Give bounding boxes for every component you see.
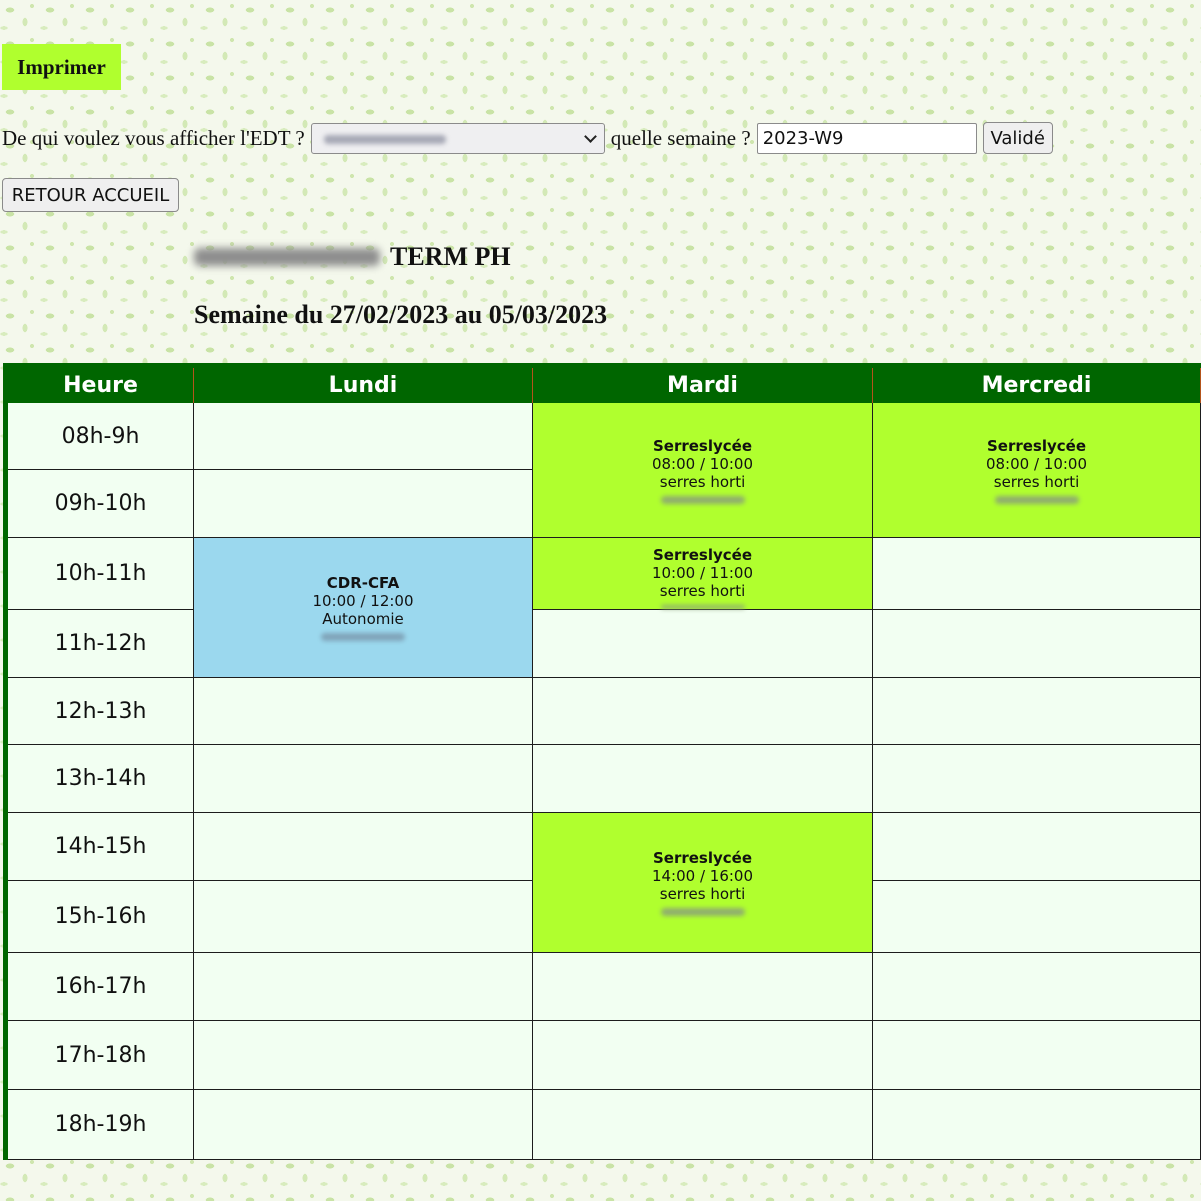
course-block[interactable]: CDR-CFA 10:00 / 12:00 Autonomie	[194, 538, 533, 678]
course-room: serres horti	[993, 472, 1080, 491]
column-header-day: Mardi	[533, 368, 873, 403]
timetable-slot[interactable]	[873, 1090, 1201, 1160]
course-time: 08:00 / 10:00	[651, 454, 754, 473]
course-room: serres horti	[659, 472, 746, 491]
timetable-slot[interactable]	[194, 403, 533, 470]
course-name: CDR-CFA	[326, 574, 400, 592]
person-select-value-blurred	[323, 134, 446, 144]
course-time: 08:00 / 10:00	[985, 454, 1088, 473]
hour-label: 14h-15h	[8, 813, 194, 881]
class-label: TERM PH	[390, 242, 511, 271]
course-teacher-blurred	[660, 908, 745, 916]
timetable-slot[interactable]	[873, 1021, 1201, 1090]
hour-label: 18h-19h	[8, 1090, 194, 1160]
chevron-down-icon	[583, 129, 597, 143]
timetable-slot[interactable]	[873, 813, 1201, 881]
validate-button[interactable]: Validé	[982, 122, 1053, 154]
hour-label: 17h-18h	[8, 1021, 194, 1090]
hour-label: 09h-10h	[8, 470, 194, 538]
timetable-slot[interactable]	[533, 1021, 873, 1090]
timetable-slot[interactable]	[194, 678, 533, 745]
course-name: Serreslycée	[652, 849, 753, 867]
week-input[interactable]: 2023-W9	[756, 122, 977, 154]
course-name: Serreslycée	[652, 546, 753, 564]
timetable-slot[interactable]	[533, 678, 873, 745]
course-time: 10:00 / 12:00	[312, 592, 414, 610]
column-header-day: Mercredi	[873, 368, 1201, 403]
timetable-slot[interactable]	[194, 1090, 533, 1160]
student-name-blurred	[194, 248, 380, 266]
timetable-slot[interactable]	[873, 678, 1201, 745]
who-label: De qui voulez vous afficher l'EDT ?	[2, 125, 305, 150]
hour-label: 10h-11h	[8, 538, 194, 610]
hour-label: 13h-14h	[8, 745, 194, 813]
timetable: Heure Lundi Mardi Mercredi 08h-9h 09h-10h 10h-…	[3, 363, 1201, 1160]
course-time: 14:00 / 16:00	[651, 867, 754, 885]
class-title: TERM PH	[194, 240, 511, 274]
timetable-slot[interactable]	[533, 610, 873, 678]
person-select[interactable]	[310, 122, 605, 154]
timetable-slot[interactable]	[194, 470, 533, 538]
hour-label: 15h-16h	[8, 881, 194, 953]
course-block[interactable]: Serreslycée 08:00 / 10:00 serres horti	[873, 403, 1201, 538]
hour-label: 16h-17h	[8, 953, 194, 1021]
print-button[interactable]: Imprimer	[2, 44, 121, 90]
course-room: serres horti	[659, 582, 746, 600]
hour-label: 08h-9h	[8, 403, 194, 470]
course-room: Autonomie	[322, 610, 404, 628]
week-range-title: Semaine du 27/02/2023 au 05/03/2023	[194, 300, 608, 329]
course-teacher-blurred	[660, 495, 745, 504]
course-time: 10:00 / 11:00	[651, 564, 754, 582]
hour-label: 12h-13h	[8, 678, 194, 745]
week-label: quelle semaine ?	[610, 125, 751, 150]
timetable-slot[interactable]	[533, 745, 873, 813]
course-name: Serreslycée	[652, 436, 753, 455]
course-teacher-blurred	[660, 605, 745, 609]
course-block[interactable]: Serreslycée 08:00 / 10:00 serres horti	[533, 403, 873, 538]
timetable-slot[interactable]	[533, 953, 873, 1021]
column-header-day: Lundi	[194, 368, 533, 403]
timetable-slot[interactable]	[194, 1021, 533, 1090]
course-teacher-blurred	[994, 495, 1079, 504]
back-home-button[interactable]: RETOUR ACCUEIL	[2, 178, 179, 212]
course-block[interactable]: Serreslycée 10:00 / 11:00 serres horti	[533, 538, 873, 610]
timetable-slot[interactable]	[873, 745, 1201, 813]
timetable-slot[interactable]	[873, 881, 1201, 953]
timetable-slot[interactable]	[194, 953, 533, 1021]
course-room: serres horti	[659, 885, 746, 903]
course-teacher-blurred	[321, 633, 405, 641]
timetable-slot[interactable]	[873, 538, 1201, 610]
timetable-slot[interactable]	[194, 881, 533, 953]
column-header-hour: Heure	[8, 368, 194, 403]
edt-selector-row: De qui voulez vous afficher l'EDT ? quel…	[2, 120, 1053, 156]
timetable-slot[interactable]	[194, 745, 533, 813]
hour-label: 11h-12h	[8, 610, 194, 678]
course-name: Serreslycée	[986, 436, 1087, 455]
timetable-slot[interactable]	[533, 1090, 873, 1160]
week-input-value: 2023-W9	[762, 127, 844, 149]
timetable-slot[interactable]	[194, 813, 533, 881]
timetable-slot[interactable]	[873, 610, 1201, 678]
timetable-slot[interactable]	[873, 953, 1201, 1021]
course-block[interactable]: Serreslycée 14:00 / 16:00 serres horti	[533, 813, 873, 953]
